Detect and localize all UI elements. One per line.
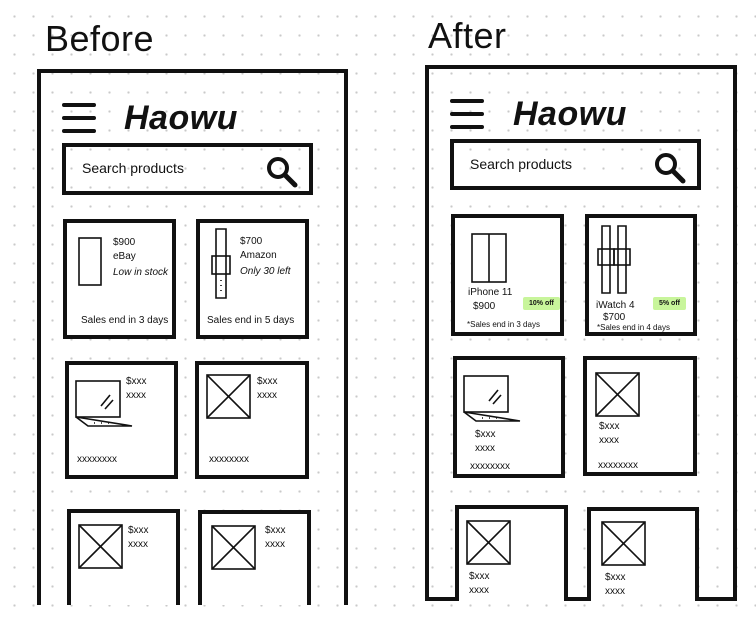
search-input[interactable]: Search products <box>62 143 313 195</box>
product-sale-footer: Sales end in 3 days <box>81 315 169 326</box>
product-line: xxxx <box>265 539 285 550</box>
product-price: $xxx <box>605 572 626 583</box>
product-line: xxxx <box>126 390 146 401</box>
image-placeholder-icon <box>211 525 256 570</box>
product-line: xxxx <box>469 585 489 596</box>
product-price: $xxx <box>475 429 496 440</box>
after-heading: After <box>428 15 507 56</box>
phone-icon <box>78 237 102 286</box>
product-footer: xxxxxxxx <box>77 454 117 465</box>
product-card-placeholder[interactable]: $xxx xxxx <box>455 505 568 601</box>
product-card-placeholder[interactable]: $xxx xxxx <box>198 510 311 605</box>
search-input[interactable]: Search products <box>450 139 701 190</box>
search-icon[interactable] <box>653 151 687 185</box>
product-footer: xxxxxxxx <box>209 454 249 465</box>
search-icon[interactable] <box>265 155 299 189</box>
product-price: $xxx <box>126 376 147 387</box>
discount-badge: 5% off <box>653 297 686 310</box>
product-card-placeholder[interactable]: $xxx xxxx xxxxxxxx <box>453 356 565 478</box>
laptop-icon <box>463 375 521 422</box>
product-card-placeholder[interactable]: $xxx xxxx xxxxxxxx <box>65 361 178 479</box>
product-footer: xxxxxxxx <box>598 460 638 471</box>
image-placeholder-icon <box>601 521 646 566</box>
product-line: xxxx <box>599 435 619 446</box>
product-price: $700 <box>240 236 263 247</box>
product-line: xxxx <box>257 390 277 401</box>
product-sale-footer: Sales end in 5 days <box>207 315 295 326</box>
product-price: $xxx <box>599 421 620 432</box>
product-card-watch[interactable]: iWatch 4 $700 5% off *Sales end in 4 day… <box>585 214 697 336</box>
product-line: xxxx <box>605 586 625 597</box>
product-card-placeholder[interactable]: $xxx xxxx <box>67 509 180 605</box>
product-price: $xxx <box>128 525 149 536</box>
product-price: $xxx <box>265 525 286 536</box>
before-heading: Before <box>45 18 155 59</box>
product-card-placeholder[interactable]: $xxx xxxx <box>587 507 699 601</box>
watch-icon <box>597 225 631 294</box>
image-placeholder-icon <box>78 524 123 569</box>
product-price: $xxx <box>257 376 278 387</box>
product-price: $900 <box>113 237 136 248</box>
product-store: eBay <box>113 251 136 262</box>
product-card-phone[interactable]: iPhone 11 $900 10% off *Sales end in 3 d… <box>451 214 564 336</box>
product-price: $700 <box>603 312 626 323</box>
image-placeholder-icon <box>206 374 251 419</box>
product-card-placeholder[interactable]: $xxx xxxx xxxxxxxx <box>195 361 309 479</box>
product-name: iWatch 4 <box>596 300 635 311</box>
image-placeholder-icon <box>466 520 511 565</box>
product-stock: Only 30 left <box>240 266 291 277</box>
product-price: $900 <box>473 301 496 312</box>
discount-badge: 10% off <box>523 297 560 310</box>
hamburger-menu-icon[interactable] <box>450 99 484 129</box>
product-line: xxxx <box>128 539 148 550</box>
app-logo: Haowu <box>513 95 627 133</box>
product-store: Amazon <box>240 250 277 261</box>
product-footer: xxxxxxxx <box>470 461 510 472</box>
sale-note: *Sales end in 4 days <box>597 323 670 332</box>
watch-icon <box>211 228 231 299</box>
product-stock: Low in stock <box>113 267 169 278</box>
hamburger-menu-icon[interactable] <box>62 103 96 133</box>
search-placeholder: Search products <box>470 156 572 172</box>
app-logo: Haowu <box>124 99 238 137</box>
sale-note: *Sales end in 3 days <box>467 320 540 329</box>
image-placeholder-icon <box>595 372 640 417</box>
phone-icon <box>471 233 507 283</box>
laptop-icon <box>75 380 133 427</box>
product-name: iPhone 11 <box>468 287 513 298</box>
product-card-watch[interactable]: $700 Amazon Only 30 left Sales end in 5 … <box>196 219 309 339</box>
product-card-placeholder[interactable]: $xxx xxxx xxxxxxxx <box>583 356 697 476</box>
product-price: $xxx <box>469 571 490 582</box>
search-placeholder: Search products <box>82 160 184 176</box>
product-line: xxxx <box>475 443 495 454</box>
product-card-phone[interactable]: $900 eBay Low in stock Sales end in 3 da… <box>63 219 176 339</box>
